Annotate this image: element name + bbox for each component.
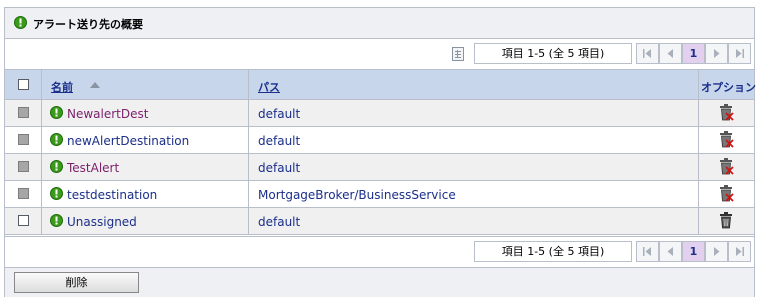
row-checkbox[interactable] <box>18 215 29 226</box>
item-count-bottom: 項目 1-5 (全 5 項目) <box>474 241 632 262</box>
destination-path: default <box>258 107 301 121</box>
green-info-icon <box>50 187 63 200</box>
row-name-cell: newAlertDestination <box>42 127 249 153</box>
row-options-cell <box>699 181 754 207</box>
destination-name-link[interactable]: TestAlert <box>67 161 119 175</box>
destination-path: default <box>258 215 301 229</box>
trash-icon[interactable] <box>719 212 733 229</box>
item-count: 項目 1-5 (全 5 項目) <box>474 43 632 64</box>
last-page-button-bottom[interactable] <box>728 241 751 262</box>
green-info-icon <box>50 214 63 227</box>
row-options-cell <box>699 208 754 234</box>
header-name-cell: 名前 <box>42 70 249 99</box>
row-checkbox <box>18 107 29 118</box>
row-checkbox <box>18 134 29 145</box>
header-select-cell <box>5 70 42 99</box>
next-page-button-bottom[interactable] <box>705 241 728 262</box>
row-name-cell: NewalertDest <box>42 100 249 126</box>
row-select-cell <box>5 154 42 180</box>
next-page-icon <box>714 49 720 58</box>
green-info-icon <box>50 160 63 173</box>
header-path-cell: パス <box>249 70 699 99</box>
destination-name-link[interactable]: NewalertDest <box>67 107 148 121</box>
panel-title: アラート送り先の概要 <box>33 18 143 31</box>
options-column-header: オプション <box>701 81 756 94</box>
table-settings-icon[interactable] <box>452 47 464 61</box>
next-page-button[interactable] <box>705 43 728 64</box>
trash-disabled-icon <box>720 158 734 175</box>
row-name-cell: testdestination <box>42 181 249 207</box>
pager-top: 項目 1-5 (全 5 項目) 1 <box>5 39 754 70</box>
previous-page-icon <box>667 247 673 256</box>
row-path-cell: default <box>249 100 699 126</box>
destination-path: MortgageBroker/BusinessService <box>258 188 456 202</box>
next-page-icon <box>714 247 720 256</box>
trash-disabled-icon <box>720 104 734 121</box>
row-name-cell: Unassigned <box>42 208 249 234</box>
name-column-header[interactable]: 名前 <box>51 79 73 95</box>
table-row: Unassigned default <box>5 208 754 235</box>
path-column-header[interactable]: パス <box>258 79 280 95</box>
row-options-cell <box>699 127 754 153</box>
green-info-icon <box>50 133 63 146</box>
header-options-cell: オプション <box>699 70 756 99</box>
first-page-button[interactable] <box>636 43 659 64</box>
row-options-cell <box>699 100 754 126</box>
green-info-icon <box>14 16 27 29</box>
delete-button[interactable]: 削除 <box>14 272 139 293</box>
table-row: newAlertDestination default <box>5 127 754 154</box>
last-page-icon <box>736 247 744 256</box>
current-page-number[interactable]: 1 <box>682 43 705 64</box>
previous-page-button[interactable] <box>659 43 682 64</box>
row-select-cell <box>5 100 42 126</box>
row-path-cell: MortgageBroker/BusinessService <box>249 181 699 207</box>
destination-name-link[interactable]: Unassigned <box>67 215 137 229</box>
panel-title-bar: アラート送り先の概要 <box>5 8 754 39</box>
row-select-cell <box>5 181 42 207</box>
row-options-cell <box>699 154 754 180</box>
row-select-cell <box>5 208 42 234</box>
row-path-cell: default <box>249 154 699 180</box>
pager-bottom: 項目 1-5 (全 5 項目) 1 <box>5 236 754 267</box>
row-checkbox <box>18 161 29 172</box>
table-row: TestAlert default <box>5 154 754 181</box>
destination-name-link[interactable]: testdestination <box>67 188 157 202</box>
trash-disabled-icon <box>720 185 734 202</box>
current-page-number-bottom[interactable]: 1 <box>682 241 705 262</box>
row-select-cell <box>5 127 42 153</box>
last-page-button[interactable] <box>728 43 751 64</box>
table-header-row: 名前 パス オプション <box>5 70 756 100</box>
select-all-checkbox[interactable] <box>18 79 29 90</box>
destination-path: default <box>258 161 301 175</box>
row-name-cell: TestAlert <box>42 154 249 180</box>
first-page-icon <box>643 49 651 58</box>
previous-page-icon <box>667 49 673 58</box>
destination-path: default <box>258 134 301 148</box>
table-row: testdestination MortgageBroker/BusinessSe… <box>5 181 754 208</box>
panel-footer: 削除 <box>5 267 754 297</box>
previous-page-button-bottom[interactable] <box>659 241 682 262</box>
row-checkbox <box>18 188 29 199</box>
first-page-button-bottom[interactable] <box>636 241 659 262</box>
destination-name-link[interactable]: newAlertDestination <box>67 134 189 148</box>
row-path-cell: default <box>249 127 699 153</box>
row-path-cell: default <box>249 208 699 234</box>
last-page-icon <box>736 49 744 58</box>
trash-disabled-icon <box>720 131 734 148</box>
first-page-icon <box>643 247 651 256</box>
table-row: NewalertDest default <box>5 100 754 127</box>
sort-ascending-icon[interactable] <box>90 82 100 88</box>
alert-destination-panel: アラート送り先の概要 項目 1-5 (全 5 項目) 1 名前 パス オプション… <box>4 7 756 297</box>
green-info-icon <box>50 106 63 119</box>
